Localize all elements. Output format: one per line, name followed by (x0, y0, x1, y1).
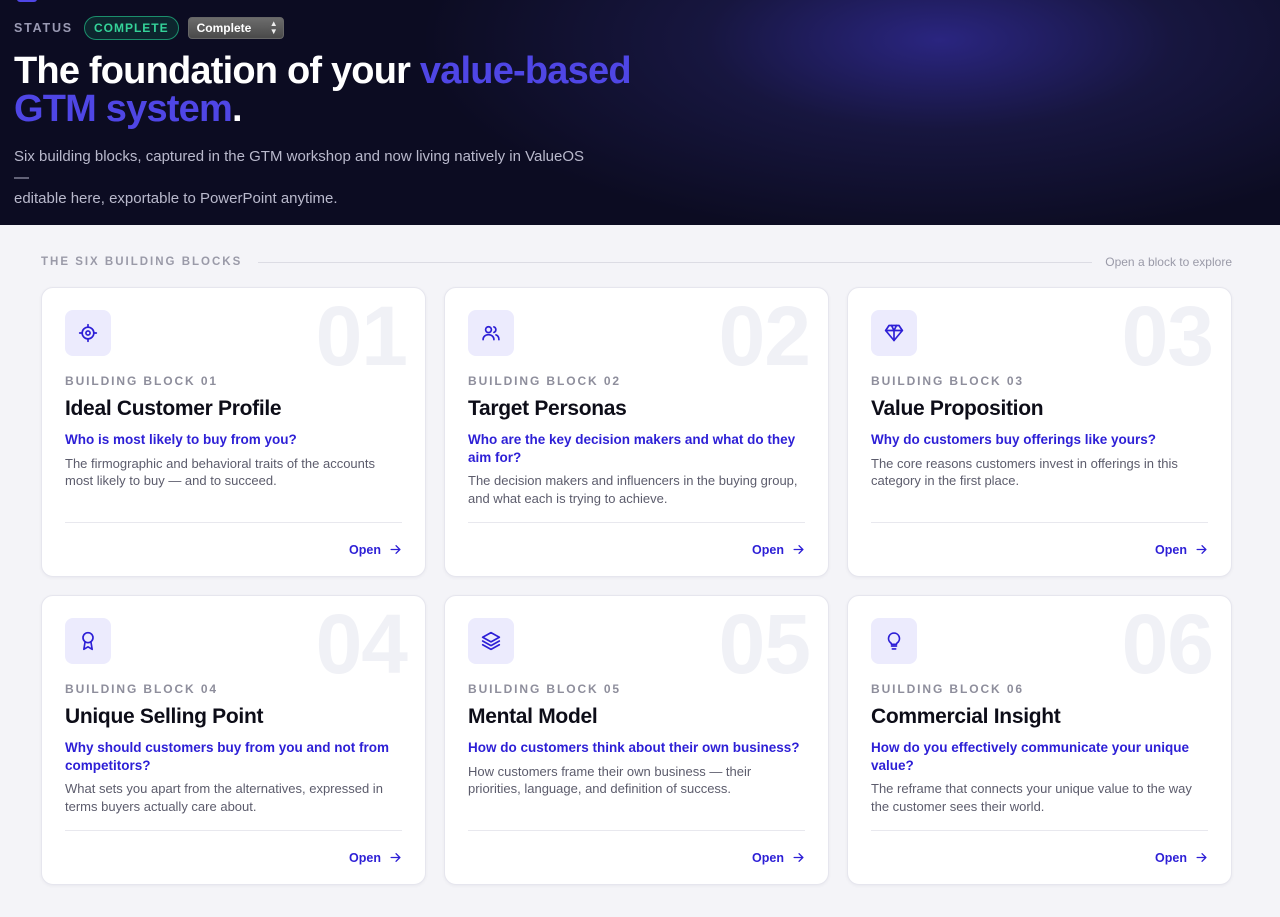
card-title: Mental Model (468, 705, 598, 728)
title-accent-1: value-based (419, 50, 632, 92)
building-block-card-personas[interactable]: 02 BUILDING BLOCK 02 Target Personas Who… (444, 287, 829, 577)
layers-icon (468, 618, 514, 664)
card-footer: Open (871, 522, 1208, 576)
card-title: Unique Selling Point (65, 705, 264, 728)
card-question: Why should customers buy from you and no… (65, 740, 390, 773)
card-footer: Open (65, 830, 402, 884)
card-eyebrow: BUILDING BLOCK 02 (468, 374, 621, 388)
status-row: STATUS COMPLETE Complete ▲ ▼ (14, 16, 1266, 40)
lightbulb-icon (871, 618, 917, 664)
diamond-icon (871, 310, 917, 356)
card-number: 05 (718, 597, 811, 691)
building-block-card-usp[interactable]: 04 BUILDING BLOCK 04 Unique Selling Poin… (41, 595, 426, 885)
card-question: Who are the key decision makers and what… (468, 432, 796, 465)
open-label: Open (1155, 542, 1187, 557)
card-footer: Open (468, 830, 805, 884)
hero-header: STATUS COMPLETE Complete ▲ ▼ The foundati… (0, 0, 1280, 225)
page-subtitle: Six building blocks, captured in the GTM… (14, 146, 594, 209)
subtitle-line-1: Six building blocks, captured in the GTM… (14, 148, 585, 186)
award-icon (65, 618, 111, 664)
open-label: Open (752, 542, 784, 557)
card-question: How do customers think about their own b… (468, 740, 800, 755)
open-button[interactable]: Open (349, 543, 402, 557)
title-text: The foundation of your (14, 50, 420, 92)
section-header: THE SIX BUILDING BLOCKS Open a block to … (41, 255, 1232, 269)
section-divider (258, 261, 1093, 263)
card-number: 02 (718, 289, 811, 383)
card-title: Value Proposition (871, 397, 1044, 420)
subtitle-line-2: editable here, exportable to PowerPoint … (14, 190, 338, 207)
title-accent-2: GTM system (14, 88, 233, 130)
card-number: 06 (1121, 597, 1214, 691)
arrow-right-icon (1196, 545, 1207, 554)
section-title: THE SIX BUILDING BLOCKS (41, 256, 243, 268)
open-label: Open (752, 850, 784, 865)
open-button[interactable]: Open (752, 851, 805, 865)
section-hint: Open a block to explore (1105, 255, 1232, 269)
arrow-right-icon (793, 545, 804, 554)
card-eyebrow: BUILDING BLOCK 01 (65, 374, 218, 388)
open-label: Open (349, 850, 381, 865)
status-select[interactable]: Complete ▲ ▼ (187, 17, 284, 39)
users-icon (468, 310, 514, 356)
arrow-right-icon (1196, 853, 1207, 862)
target-icon (65, 310, 111, 356)
card-title: Ideal Customer Profile (65, 397, 282, 420)
open-label: Open (349, 542, 381, 557)
open-button[interactable]: Open (349, 851, 402, 865)
card-number: 01 (315, 289, 408, 383)
card-description: The decision makers and influencers in t… (468, 473, 798, 506)
open-button[interactable]: Open (752, 543, 805, 557)
card-number: 03 (1121, 289, 1214, 383)
open-button[interactable]: Open (1155, 851, 1208, 865)
card-description: What sets you apart from the alternative… (65, 781, 383, 814)
building-block-card-value-proposition[interactable]: 03 BUILDING BLOCK 03 Value Proposition W… (847, 287, 1232, 577)
card-footer: Open (468, 522, 805, 576)
card-description: How customers frame their own business —… (468, 763, 752, 797)
open-label: Open (1155, 850, 1187, 865)
arrow-right-icon (390, 545, 401, 554)
page-title: The foundation of your value-based GTM s… (14, 52, 1266, 128)
card-question: How do you effectively communicate your … (871, 740, 1190, 773)
card-description: The firmographic and behavioral traits o… (65, 455, 376, 489)
building-block-card-mental-model[interactable]: 05 BUILDING BLOCK 05 Mental Model How do… (444, 595, 829, 885)
card-footer: Open (871, 830, 1208, 884)
card-description: The core reasons customers invest in off… (871, 455, 1178, 489)
card-eyebrow: BUILDING BLOCK 04 (65, 682, 218, 696)
building-block-card-icp[interactable]: 01 BUILDING BLOCK 01 Ideal Customer Prof… (41, 287, 426, 577)
card-question: Who is most likely to buy from you? (65, 432, 297, 447)
building-blocks-section: THE SIX BUILDING BLOCKS Open a block to … (0, 225, 1280, 885)
arrow-right-icon (390, 853, 401, 862)
card-eyebrow: BUILDING BLOCK 03 (871, 374, 1024, 388)
card-number: 04 (315, 597, 408, 691)
open-button[interactable]: Open (1155, 543, 1208, 557)
status-badge: COMPLETE (83, 16, 179, 40)
card-title: Commercial Insight (871, 705, 1061, 728)
card-eyebrow: BUILDING BLOCK 05 (468, 682, 621, 696)
card-footer: Open (65, 522, 402, 576)
status-select-value: Complete (196, 21, 252, 35)
select-arrows-icon: ▲ ▼ (269, 19, 278, 36)
building-blocks-grid: 01 BUILDING BLOCK 01 Ideal Customer Prof… (41, 287, 1232, 885)
building-block-card-commercial-insight[interactable]: 06 BUILDING BLOCK 06 Commercial Insight … (847, 595, 1232, 885)
app-logo (17, 0, 37, 2)
card-question: Why do customers buy offerings like your… (871, 432, 1157, 447)
card-description: The reframe that connects your unique va… (871, 781, 1192, 814)
card-eyebrow: BUILDING BLOCK 06 (871, 682, 1024, 696)
arrow-right-icon (793, 853, 804, 862)
card-title: Target Personas (468, 397, 627, 420)
status-label: STATUS (14, 21, 73, 35)
title-period: . (231, 88, 243, 130)
